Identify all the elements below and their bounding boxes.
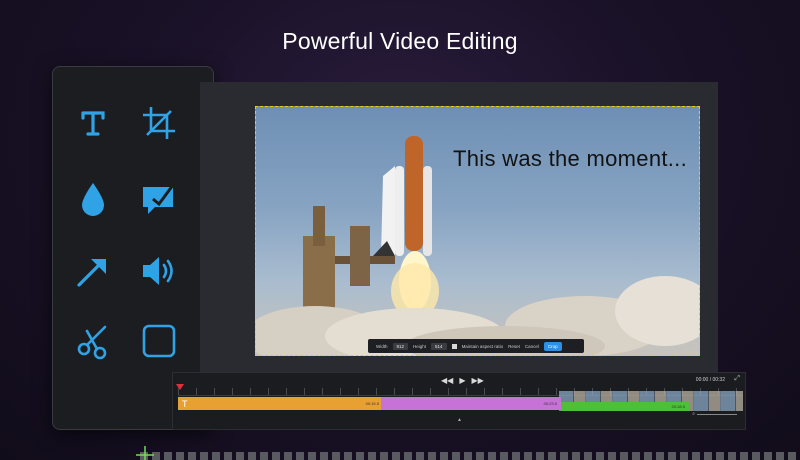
height-field[interactable]: 514 (431, 342, 447, 350)
text-track-label: T (182, 399, 188, 409)
background-ruler (140, 452, 800, 460)
zoom-slider[interactable] (697, 413, 737, 415)
play-icon[interactable]: ▶ (459, 376, 465, 385)
effect-track[interactable]: 00:23.5 (381, 397, 561, 410)
playhead-marker[interactable] (176, 384, 184, 390)
height-label: Height (413, 343, 427, 349)
annotate-tool-button[interactable] (137, 177, 181, 221)
zoom-control[interactable]: ⌕ (692, 411, 737, 417)
text-tool-button[interactable] (71, 101, 115, 145)
rewind-icon[interactable]: ◀◀ (441, 376, 453, 385)
shape-tool-button[interactable] (137, 319, 181, 363)
width-label: Width (376, 343, 388, 349)
rectangle-icon (142, 324, 176, 358)
droplet-icon (82, 183, 104, 216)
callout-icon (143, 184, 175, 214)
speaker-icon (143, 257, 173, 285)
audio-tool-button[interactable] (137, 249, 181, 293)
crop-tool-button[interactable] (137, 101, 181, 145)
crop-button[interactable]: Crop (543, 341, 562, 351)
text-track-time: 00:15.5 (365, 401, 379, 406)
arrow-tool-button[interactable] (71, 249, 115, 293)
zoom-icon: ⌕ (692, 411, 695, 417)
headline: Powerful Video Editing (282, 28, 518, 54)
audio-track[interactable]: 00:28.5 (561, 402, 689, 411)
crop-toolbar: Width 912 Height 514 Maintain aspect rat… (368, 339, 584, 353)
color-tool-button[interactable] (71, 177, 115, 221)
overlay-caption[interactable]: This was the moment... (453, 146, 687, 172)
text-icon (81, 111, 105, 136)
aspect-label: Maintain aspect ratio (461, 343, 504, 349)
timeline-panel: ◀◀ ▶ ▶▶ 00:00 / 00:32 ⤢ T 00:15.5 00:23.… (172, 372, 746, 430)
collapse-icon[interactable]: ▲ (457, 417, 462, 423)
arrow-icon (77, 259, 106, 287)
reset-button[interactable]: Reset (508, 344, 520, 349)
width-field[interactable]: 912 (392, 342, 409, 350)
audio-track-time: 00:28.5 (671, 404, 685, 409)
fullscreen-icon[interactable]: ⤢ (734, 375, 740, 383)
fast-forward-icon[interactable]: ▶▶ (471, 376, 483, 385)
aspect-checkbox[interactable] (451, 343, 457, 349)
timecode: 00:00 / 00:32 (695, 377, 725, 383)
effect-track-time: 00:23.5 (543, 401, 557, 406)
scissors-icon (77, 325, 107, 360)
editor-window: This was the moment... Width 912 Height … (200, 82, 718, 372)
transport-controls: ◀◀ ▶ ▶▶ (441, 376, 484, 385)
crop-icon (143, 107, 175, 139)
cancel-button[interactable]: Cancel (525, 344, 539, 349)
plus-marker-icon (136, 446, 154, 460)
text-track[interactable]: T 00:15.5 (178, 397, 383, 410)
selection-frame[interactable] (255, 106, 700, 356)
cut-tool-button[interactable] (71, 319, 115, 363)
